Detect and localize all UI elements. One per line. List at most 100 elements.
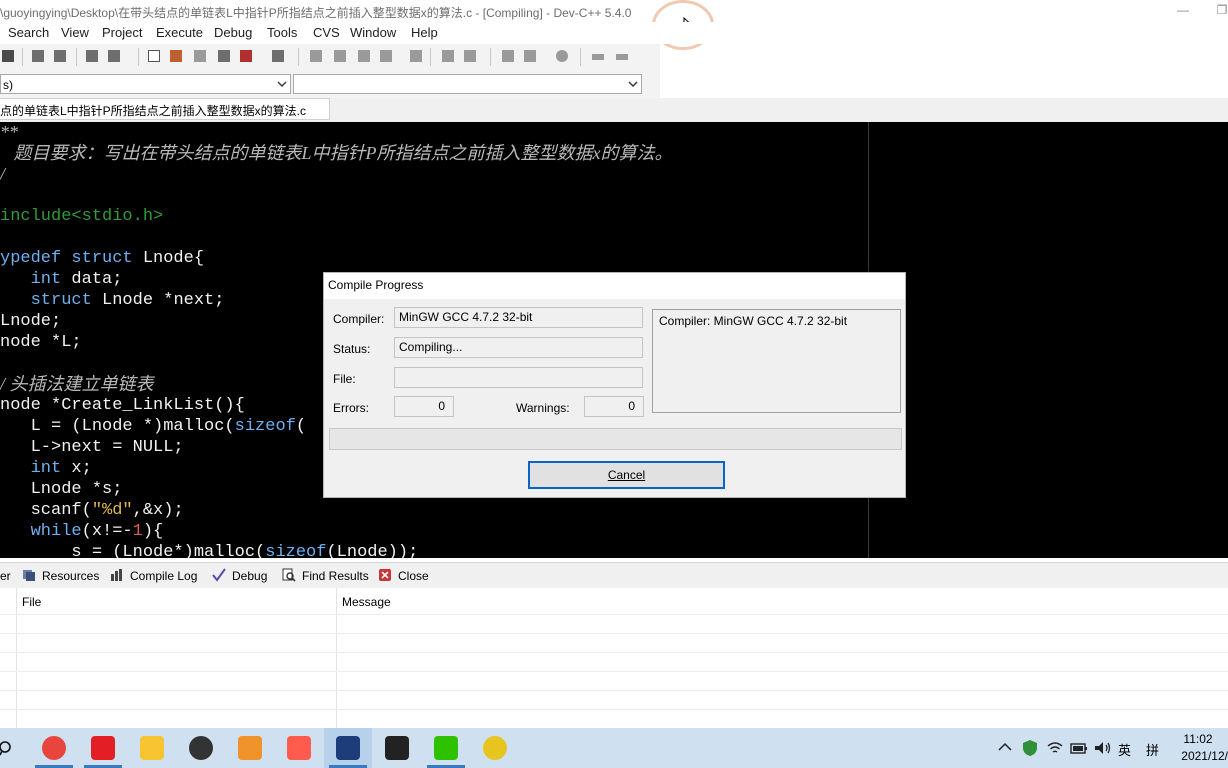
toolbar-separator — [298, 48, 299, 66]
menu-project[interactable]: Project — [102, 25, 142, 40]
clock-date: 2021/12/ — [1181, 749, 1228, 763]
minimize-icon[interactable]: — — [1175, 2, 1191, 18]
wechat-app-icon[interactable] — [434, 736, 458, 760]
open-project-icon[interactable] — [168, 48, 184, 64]
column-header-message[interactable]: Message — [342, 595, 391, 609]
clock-app-app-icon[interactable] — [238, 736, 262, 760]
stop-icon[interactable] — [554, 48, 570, 64]
compiler-field: MinGW GCC 4.7.2 32-bit — [394, 307, 643, 328]
save-all-icon[interactable] — [216, 48, 232, 64]
compile-icon[interactable] — [308, 48, 324, 64]
system-clock[interactable]: 11:02 2021/12/ — [1168, 731, 1228, 765]
chevron-down-icon — [277, 81, 287, 87]
search-icon[interactable] — [0, 739, 14, 757]
run-icon[interactable] — [332, 48, 348, 64]
code-line: Lnode *s; — [0, 479, 123, 500]
code-line: L = (Lnode *)malloc(sizeof( — [0, 416, 306, 437]
new-file-icon[interactable] — [146, 48, 162, 64]
class-combo[interactable]: s) — [0, 74, 291, 94]
close-icon — [379, 569, 391, 581]
editor-file-tab[interactable]: 点的单链表L中指针P所指结点之前插入整型数据x的算法.c — [0, 98, 330, 120]
compile-run-icon[interactable] — [356, 48, 372, 64]
code-token: int — [0, 270, 72, 289]
ime-language[interactable]: 英 — [1118, 740, 1131, 759]
find-next-icon[interactable] — [52, 48, 68, 64]
combo-row: s) — [0, 70, 660, 98]
errors-field: 0 — [394, 396, 454, 417]
delete-class-icon[interactable] — [522, 48, 538, 64]
menu-cvs[interactable]: CVS — [313, 25, 340, 40]
menu-debug[interactable]: Debug — [214, 25, 252, 40]
tab-resources[interactable]: Resources — [20, 566, 104, 586]
devcpp-app-icon[interactable] — [336, 736, 360, 760]
compile-progress-dialog: Compile Progress Compiler: MinGW GCC 4.7… — [323, 272, 906, 498]
toolbar-separator — [138, 48, 139, 66]
dialog-title-bar: Compile Progress — [324, 273, 905, 299]
unindent-icon[interactable] — [106, 48, 122, 64]
member-combo[interactable] — [293, 74, 642, 94]
menu-bar: Search View Project Execute Debug Tools … — [0, 22, 1228, 44]
volume-icon[interactable] — [1094, 740, 1112, 756]
app-dots-app-icon[interactable] — [189, 736, 213, 760]
wifi-icon[interactable] — [1047, 741, 1063, 755]
tab-compile-log-label: Compile Log — [130, 569, 198, 583]
message-table[interactable]: File Message — [0, 588, 1228, 728]
new-class-icon[interactable] — [500, 48, 516, 64]
chevron-up-icon[interactable] — [998, 742, 1012, 752]
window-title: \guoyingying\Desktop\在带头结点的单链表L中指针P所指结点之… — [0, 6, 632, 20]
ime-mode[interactable]: 拼 — [1146, 740, 1159, 759]
find-icon[interactable] — [30, 48, 46, 64]
code-token: (x!=- — [81, 522, 133, 541]
tab-debug[interactable]: Debug — [210, 566, 274, 586]
row-divider — [0, 652, 1228, 653]
menu-help[interactable]: Help — [411, 25, 438, 40]
warnings-label: Warnings: — [516, 401, 570, 415]
code-token: "%d" — [91, 501, 133, 520]
profile-icon[interactable] — [462, 48, 478, 64]
row-divider — [0, 614, 1228, 615]
restore-icon[interactable]: ❐ — [1214, 2, 1228, 18]
toolbar-separator — [76, 48, 77, 66]
editor-tab-row: 点的单链表L中指针P所指结点之前插入整型数据x的算法.c — [0, 98, 1228, 122]
shield-icon[interactable] — [1022, 739, 1038, 757]
tab-compiler[interactable]: er — [0, 566, 18, 586]
code-line: ypedef struct Lnode{ — [0, 248, 204, 269]
redo-icon[interactable] — [614, 48, 630, 64]
menu-window[interactable]: Window — [350, 25, 396, 40]
dialog-title: Compile Progress — [328, 278, 424, 292]
tab-compile-log[interactable]: Compile Log — [108, 566, 206, 586]
youdao-app-icon[interactable] — [91, 736, 115, 760]
tab-find-results[interactable]: Find Results — [280, 566, 372, 586]
indent-icon[interactable] — [84, 48, 100, 64]
undo-icon[interactable] — [590, 48, 606, 64]
cancel-button[interactable]: Cancel — [528, 461, 725, 489]
chrome-app-icon[interactable] — [42, 736, 66, 760]
bottom-tab-bar: er Resources Compile Log Debug Find Resu… — [0, 562, 1228, 588]
check-syntax-icon[interactable] — [408, 48, 424, 64]
code-token: s = (Lnode*)malloc( — [0, 543, 266, 558]
file-label: File: — [333, 372, 356, 386]
battery-icon[interactable] — [1070, 741, 1088, 755]
rebuild-icon[interactable] — [378, 48, 394, 64]
sticky-notes-app-icon[interactable] — [140, 736, 164, 760]
menu-execute[interactable]: Execute — [156, 25, 203, 40]
toolbar-partial-icon[interactable] — [0, 48, 16, 64]
status-field: Compiling... — [394, 337, 643, 358]
code-token: scanf( — [0, 501, 92, 520]
debug-icon[interactable] — [440, 48, 456, 64]
music-app-icon[interactable] — [483, 736, 507, 760]
save-icon[interactable] — [192, 48, 208, 64]
code-token: Lnode; — [0, 312, 62, 331]
print-icon[interactable] — [270, 48, 286, 64]
menu-search[interactable]: Search — [8, 25, 49, 40]
tab-resources-label: Resources — [42, 569, 100, 583]
toolbar-separator — [580, 48, 581, 66]
calendar-app-app-icon[interactable] — [287, 736, 311, 760]
errors-label: Errors: — [333, 401, 369, 415]
close-file-icon[interactable] — [238, 48, 254, 64]
menu-tools[interactable]: Tools — [267, 25, 297, 40]
menu-view[interactable]: View — [61, 25, 89, 40]
column-header-file[interactable]: File — [22, 595, 41, 609]
tab-close[interactable]: Close — [376, 566, 434, 586]
typora-app-icon[interactable] — [385, 736, 409, 760]
